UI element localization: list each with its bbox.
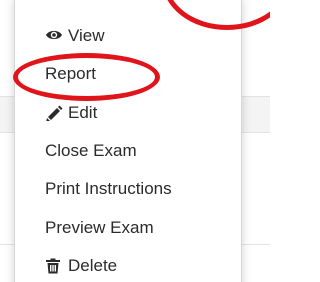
- menu-item-label: Preview Exam: [45, 217, 154, 237]
- menu-item-label: View: [68, 26, 105, 46]
- menu-item-close-exam[interactable]: Close Exam: [45, 132, 172, 170]
- menu-item-report[interactable]: Report: [45, 55, 172, 93]
- menu-item-label: Delete: [68, 255, 118, 275]
- menu-item-preview-exam[interactable]: Preview Exam: [45, 208, 172, 246]
- screenshot-stage: View Report Edit Close Exam Print Instru…: [0, 0, 270, 282]
- menu-item-print-instructions[interactable]: Print Instructions: [45, 170, 172, 208]
- menu-item-label: Edit: [68, 102, 98, 122]
- menu-item-label: Print Instructions: [45, 179, 172, 199]
- menu-item-label: Close Exam: [45, 141, 137, 161]
- trash-icon: [45, 258, 65, 274]
- pencil-icon: [45, 105, 65, 121]
- menu-item-view[interactable]: View: [45, 17, 172, 55]
- menu-item-edit[interactable]: Edit: [45, 94, 172, 132]
- eye-icon: [45, 28, 65, 44]
- menu-list: View Report Edit Close Exam Print Instru…: [45, 17, 172, 282]
- actions-dropdown-menu: View Report Edit Close Exam Print Instru…: [14, 0, 242, 282]
- menu-item-label: Report: [45, 64, 97, 84]
- menu-item-delete[interactable]: Delete: [45, 247, 172, 282]
